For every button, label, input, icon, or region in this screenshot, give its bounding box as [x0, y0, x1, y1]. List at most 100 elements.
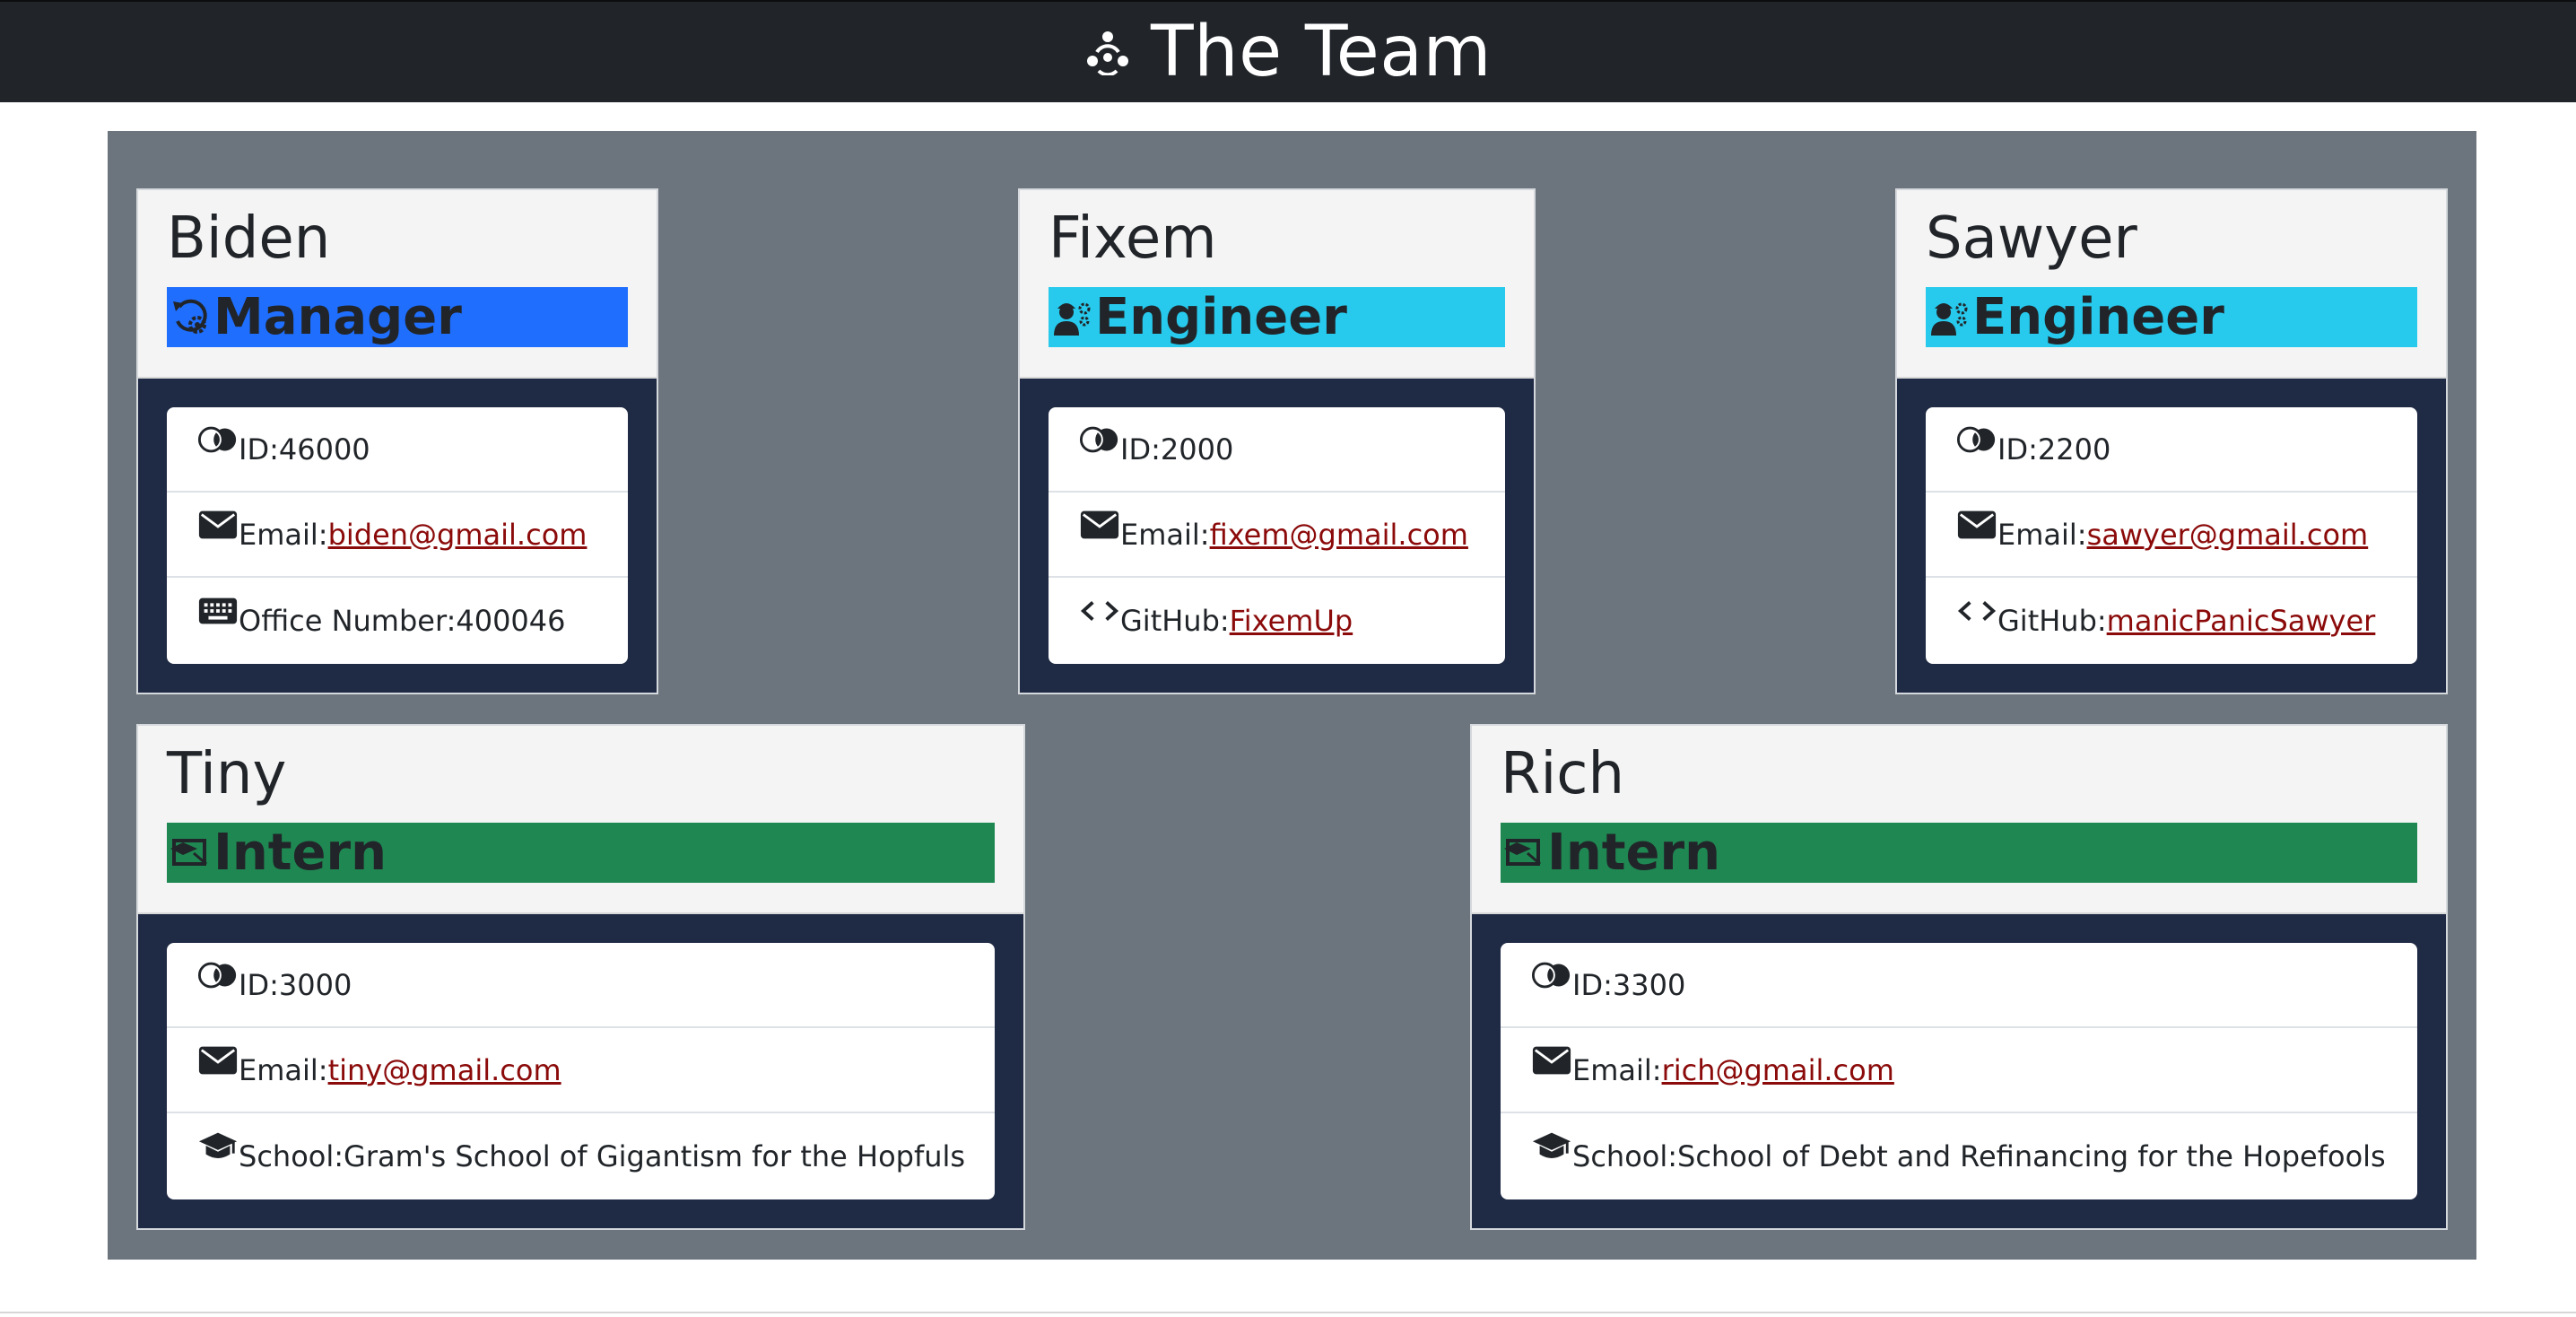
- id-value: 46000: [278, 432, 370, 467]
- employee-name: Tiny: [167, 741, 287, 807]
- code-icon: [1956, 593, 1997, 629]
- employee-card-tiny: Tiny Intern ID: 3000 Email: tiny@gmail.c…: [136, 724, 1025, 1230]
- id-value: 2000: [1160, 432, 1234, 467]
- card-header: Sawyer Engineer: [1897, 190, 2446, 379]
- email-label: Email:: [1572, 1052, 1662, 1087]
- envelope-icon: [1531, 1042, 1572, 1078]
- page-header: The Team: [0, 0, 2576, 102]
- id-badge-icon: [197, 422, 239, 458]
- email-link[interactable]: biden@gmail.com: [328, 518, 587, 552]
- card-header: Fixem Engineer: [1020, 190, 1534, 379]
- email-label: Email:: [1997, 517, 2087, 552]
- github-link[interactable]: manicPanicSawyer: [2107, 604, 2376, 638]
- code-icon: [1079, 593, 1120, 629]
- github-label: GitHub:: [1120, 603, 1230, 638]
- people-group-icon: [1086, 31, 1128, 75]
- id-row: ID: 2200: [1926, 407, 2417, 493]
- school-value: Gram's School of Gigantism for the Hopfu…: [344, 1138, 966, 1173]
- role-badge: Manager: [167, 287, 628, 347]
- office-number-label: Office Number:: [239, 603, 457, 638]
- id-badge-icon: [1079, 422, 1120, 458]
- role-label: Engineer: [1095, 287, 1347, 346]
- id-row: ID: 3000: [167, 943, 995, 1028]
- github-link[interactable]: FixemUp: [1230, 604, 1353, 638]
- employee-name: Fixem: [1049, 205, 1217, 272]
- school-label: School:: [239, 1138, 344, 1173]
- page-title-text: The Team: [1150, 12, 1493, 92]
- role-label: Manager: [213, 287, 462, 346]
- envelope-icon: [1079, 507, 1120, 543]
- role-badge: Engineer: [1049, 287, 1505, 347]
- id-label: ID:: [1120, 432, 1161, 467]
- employee-details: ID: 3000 Email: tiny@gmail.com School: G…: [167, 943, 995, 1199]
- id-label: ID:: [1997, 432, 2038, 467]
- graduation-cap-icon: [1531, 1129, 1572, 1164]
- employee-card-sawyer: Sawyer Engineer ID: 2200 Email: sawyer@g…: [1895, 188, 2448, 694]
- email-link[interactable]: fixem@gmail.com: [1210, 518, 1468, 552]
- card-header: Biden Manager: [138, 190, 657, 379]
- employee-details: ID: 46000 Email: biden@gmail.com Office …: [167, 407, 628, 664]
- intern-icon: [170, 833, 210, 873]
- role-label: Intern: [1547, 823, 1720, 882]
- employee-details: ID: 3300 Email: rich@gmail.com School: S…: [1501, 943, 2417, 1199]
- id-label: ID:: [239, 432, 279, 467]
- engineer-icon: [1052, 298, 1092, 337]
- employee-card-biden: Biden Manager ID: 46000 Email: biden@gma…: [136, 188, 658, 694]
- id-badge-icon: [1956, 422, 1997, 458]
- email-row: Email: rich@gmail.com: [1501, 1028, 2417, 1113]
- id-row: ID: 2000: [1049, 407, 1505, 493]
- employee-details: ID: 2000 Email: fixem@gmail.com GitHub: …: [1049, 407, 1505, 664]
- role-badge: Intern: [1501, 823, 2417, 883]
- employee-name: Sawyer: [1926, 205, 2137, 272]
- github-label: GitHub:: [1997, 603, 2107, 638]
- school-value: School of Debt and Refinancing for the H…: [1677, 1138, 2386, 1173]
- email-row: Email: biden@gmail.com: [167, 493, 628, 578]
- role-badge: Intern: [167, 823, 995, 883]
- email-label: Email:: [239, 517, 328, 552]
- email-link[interactable]: tiny@gmail.com: [328, 1053, 561, 1087]
- email-link[interactable]: sawyer@gmail.com: [2087, 518, 2369, 552]
- graduation-cap-icon: [197, 1129, 239, 1164]
- email-label: Email:: [1120, 517, 1210, 552]
- employee-card-rich: Rich Intern ID: 3300 Email: rich@gmail.c…: [1470, 724, 2448, 1230]
- office-number-row: Office Number: 400046: [167, 578, 628, 663]
- engineer-icon: [1929, 298, 1969, 337]
- github-row: GitHub: FixemUp: [1049, 578, 1505, 663]
- id-row: ID: 3300: [1501, 943, 2417, 1028]
- intern-icon: [1504, 833, 1544, 873]
- id-badge-icon: [1531, 957, 1572, 993]
- manager-cog-icon: [170, 298, 210, 337]
- card-header: Tiny Intern: [138, 726, 1023, 914]
- email-row: Email: fixem@gmail.com: [1049, 493, 1505, 578]
- page-divider: [0, 1312, 2576, 1313]
- employee-card-fixem: Fixem Engineer ID: 2000 Email: fixem@gma…: [1018, 188, 1536, 694]
- role-label: Engineer: [1972, 287, 2224, 346]
- envelope-icon: [197, 1042, 239, 1078]
- page-title: The Team: [1084, 17, 1492, 87]
- id-value: 3300: [1612, 967, 1686, 1002]
- id-value: 3000: [278, 967, 352, 1002]
- school-label: School:: [1572, 1138, 1678, 1173]
- office-number-value: 400046: [456, 603, 566, 638]
- envelope-icon: [1956, 507, 1997, 543]
- email-label: Email:: [239, 1052, 328, 1087]
- envelope-icon: [197, 507, 239, 543]
- employee-name: Rich: [1501, 741, 1624, 807]
- role-badge: Engineer: [1926, 287, 2417, 347]
- role-label: Intern: [213, 823, 387, 882]
- id-label: ID:: [1572, 967, 1613, 1002]
- github-row: GitHub: manicPanicSawyer: [1926, 578, 2417, 663]
- team-panel: Biden Manager ID: 46000 Email: biden@gma…: [108, 131, 2476, 1260]
- school-row: School: School of Debt and Refinancing f…: [1501, 1113, 2417, 1199]
- id-value: 2200: [2037, 432, 2111, 467]
- email-row: Email: sawyer@gmail.com: [1926, 493, 2417, 578]
- id-label: ID:: [239, 967, 279, 1002]
- employee-details: ID: 2200 Email: sawyer@gmail.com GitHub:…: [1926, 407, 2417, 664]
- school-row: School: Gram's School of Gigantism for t…: [167, 1113, 995, 1199]
- card-header: Rich Intern: [1472, 726, 2446, 914]
- id-row: ID: 46000: [167, 407, 628, 493]
- keyboard-icon: [197, 593, 239, 629]
- id-badge-icon: [197, 957, 239, 993]
- email-row: Email: tiny@gmail.com: [167, 1028, 995, 1113]
- email-link[interactable]: rich@gmail.com: [1662, 1053, 1894, 1087]
